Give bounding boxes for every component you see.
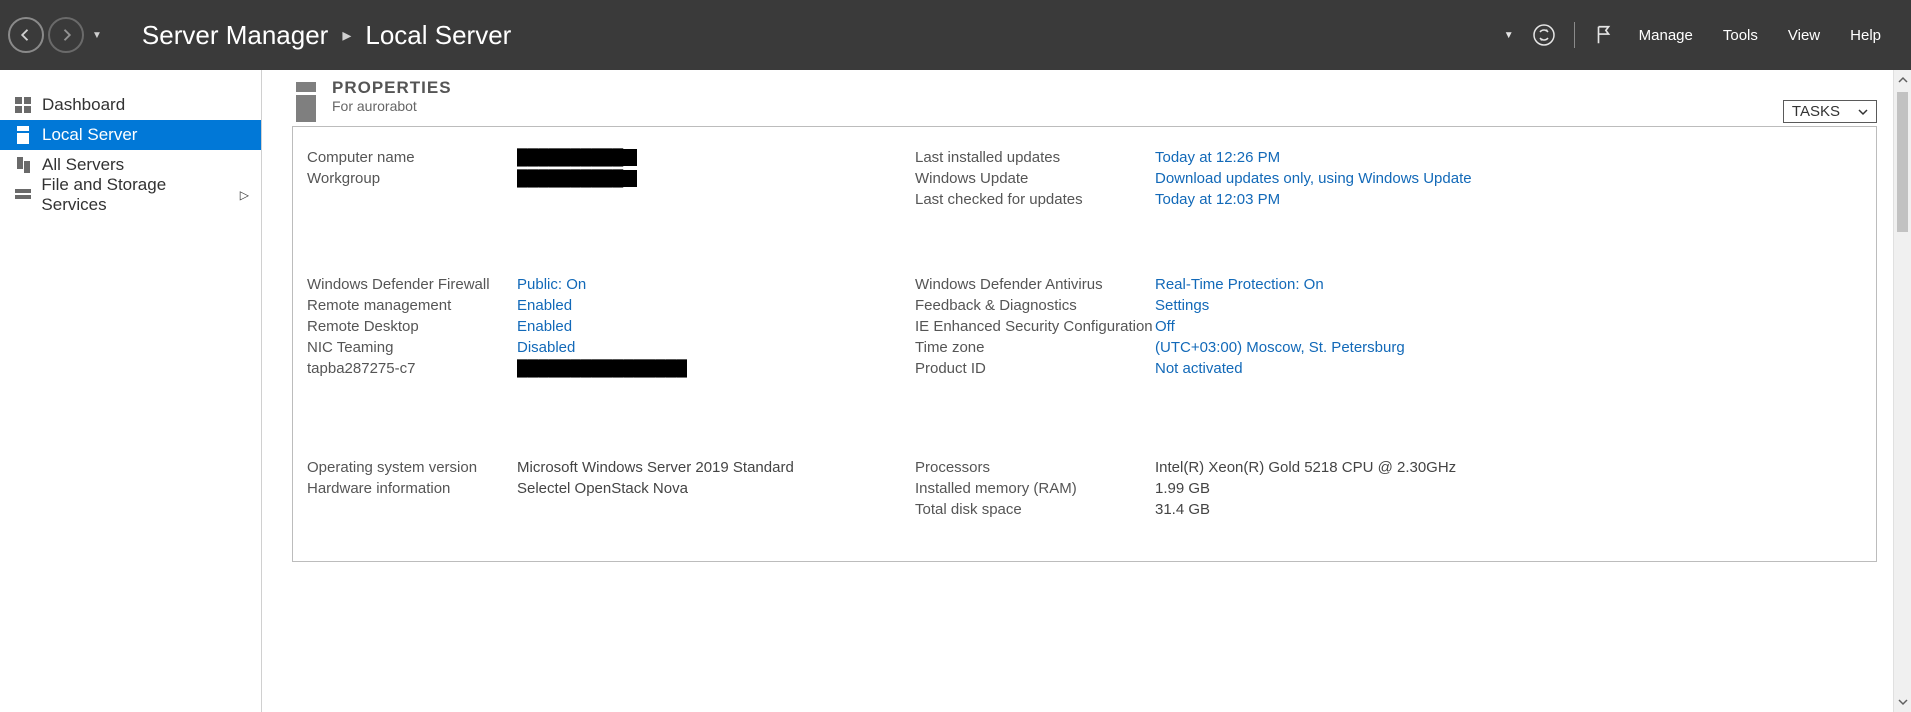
- breadcrumb: Server Manager ▸ Local Server: [142, 20, 511, 51]
- label-product-id: Product ID: [915, 360, 1155, 377]
- app-header: ▼ Server Manager ▸ Local Server ▼ Manage…: [0, 0, 1911, 70]
- breadcrumb-page[interactable]: Local Server: [365, 20, 511, 51]
- properties-header: PROPERTIES For aurorabot: [296, 78, 452, 122]
- value-processors: Intel(R) Xeon(R) Gold 5218 CPU @ 2.30GHz: [1155, 459, 1866, 476]
- menu-view[interactable]: View: [1782, 23, 1826, 48]
- vertical-scrollbar[interactable]: [1893, 70, 1911, 712]
- breadcrumb-separator-icon: ▸: [342, 25, 351, 46]
- properties-grid: Computer name ██████████ Last installed …: [307, 149, 1866, 518]
- label-nic-name: tapba287275-c7: [307, 360, 517, 377]
- sidebar: Dashboard Local Server All Servers File …: [0, 70, 262, 712]
- tasks-dropdown[interactable]: TASKS: [1783, 100, 1877, 123]
- flag-icon: [1593, 24, 1615, 46]
- label-remote-management: Remote management: [307, 297, 517, 314]
- value-nic-teaming[interactable]: Disabled: [517, 339, 915, 356]
- label-remote-desktop: Remote Desktop: [307, 318, 517, 335]
- menu-tools[interactable]: Tools: [1717, 23, 1764, 48]
- tasks-label: TASKS: [1792, 103, 1840, 120]
- value-firewall[interactable]: Public: On: [517, 276, 915, 293]
- value-computer-name[interactable]: ██████████: [517, 149, 637, 166]
- menu-help[interactable]: Help: [1844, 23, 1887, 48]
- header-right: ▼ Manage Tools View Help: [1504, 22, 1911, 48]
- breadcrumb-root[interactable]: Server Manager: [142, 20, 328, 51]
- label-firewall: Windows Defender Firewall: [307, 276, 517, 293]
- sidebar-item-file-storage[interactable]: File and Storage Services ▷: [0, 180, 261, 210]
- value-windows-update[interactable]: Download updates only, using Windows Upd…: [1155, 170, 1866, 187]
- value-product-id[interactable]: Not activated: [1155, 360, 1866, 377]
- label-nic-teaming: NIC Teaming: [307, 339, 517, 356]
- value-last-installed-updates[interactable]: Today at 12:26 PM: [1155, 149, 1866, 166]
- label-processors: Processors: [915, 459, 1155, 476]
- refresh-icon: [1532, 23, 1556, 47]
- label-computer-name: Computer name: [307, 149, 517, 166]
- main-content: PROPERTIES For aurorabot TASKS Computer …: [262, 70, 1911, 712]
- label-last-installed-updates: Last installed updates: [915, 149, 1155, 166]
- value-workgroup[interactable]: ██████████: [517, 170, 637, 187]
- nav-history-dropdown[interactable]: ▼: [92, 30, 102, 41]
- chevron-right-icon: ▷: [240, 188, 249, 202]
- nav-buttons: ▼: [0, 17, 102, 53]
- value-ie-esc[interactable]: Off: [1155, 318, 1866, 335]
- label-hardware-info: Hardware information: [307, 480, 517, 497]
- server-icon: [14, 126, 32, 144]
- breadcrumb-dropdown-icon[interactable]: ▼: [1504, 30, 1514, 41]
- refresh-button[interactable]: [1532, 23, 1556, 47]
- sidebar-item-label: All Servers: [42, 155, 124, 175]
- label-defender-av: Windows Defender Antivirus: [915, 276, 1155, 293]
- servers-icon: [14, 157, 32, 173]
- label-installed-ram: Installed memory (RAM): [915, 480, 1155, 497]
- properties-subtitle: For aurorabot: [332, 98, 452, 114]
- label-workgroup: Workgroup: [307, 170, 517, 187]
- storage-icon: [14, 187, 31, 203]
- nav-back-button[interactable]: [8, 17, 44, 53]
- scroll-down-icon[interactable]: [1894, 692, 1911, 712]
- app-body: Dashboard Local Server All Servers File …: [0, 70, 1911, 712]
- value-timezone[interactable]: (UTC+03:00) Moscow, St. Petersburg: [1155, 339, 1866, 356]
- label-last-checked-updates: Last checked for updates: [915, 191, 1155, 208]
- header-separator: [1574, 22, 1575, 48]
- server-tile-icon: [296, 82, 316, 122]
- properties-card: Computer name ██████████ Last installed …: [292, 126, 1877, 562]
- label-total-disk: Total disk space: [915, 501, 1155, 518]
- properties-title-block: PROPERTIES For aurorabot: [332, 78, 452, 114]
- notifications-button[interactable]: [1593, 24, 1615, 46]
- label-ie-esc: IE Enhanced Security Configuration: [915, 318, 1155, 335]
- sidebar-item-label: Local Server: [42, 125, 137, 145]
- value-remote-management[interactable]: Enabled: [517, 297, 915, 314]
- sidebar-item-local-server[interactable]: Local Server: [0, 120, 261, 150]
- value-feedback-diagnostics[interactable]: Settings: [1155, 297, 1866, 314]
- label-timezone: Time zone: [915, 339, 1155, 356]
- label-os-version: Operating system version: [307, 459, 517, 476]
- menu-manage[interactable]: Manage: [1633, 23, 1699, 48]
- nav-forward-button[interactable]: [48, 17, 84, 53]
- value-remote-desktop[interactable]: Enabled: [517, 318, 915, 335]
- sidebar-item-label: Dashboard: [42, 95, 125, 115]
- value-defender-av[interactable]: Real-Time Protection: On: [1155, 276, 1866, 293]
- value-last-checked-updates[interactable]: Today at 12:03 PM: [1155, 191, 1866, 208]
- label-feedback-diagnostics: Feedback & Diagnostics: [915, 297, 1155, 314]
- value-hardware-info: Selectel OpenStack Nova: [517, 480, 915, 497]
- value-installed-ram: 1.99 GB: [1155, 480, 1866, 497]
- value-nic-address[interactable]: ████████████████: [517, 360, 687, 377]
- value-os-version: Microsoft Windows Server 2019 Standard: [517, 459, 915, 476]
- scrollbar-thumb[interactable]: [1897, 92, 1908, 232]
- label-windows-update: Windows Update: [915, 170, 1155, 187]
- chevron-down-icon: [1858, 107, 1868, 117]
- scroll-up-icon[interactable]: [1894, 70, 1911, 90]
- arrow-left-icon: [17, 26, 35, 44]
- value-total-disk: 31.4 GB: [1155, 501, 1866, 518]
- sidebar-item-label: File and Storage Services: [41, 175, 229, 215]
- sidebar-item-dashboard[interactable]: Dashboard: [0, 90, 261, 120]
- dashboard-icon: [14, 97, 32, 113]
- arrow-right-icon: [57, 26, 75, 44]
- properties-title: PROPERTIES: [332, 78, 452, 98]
